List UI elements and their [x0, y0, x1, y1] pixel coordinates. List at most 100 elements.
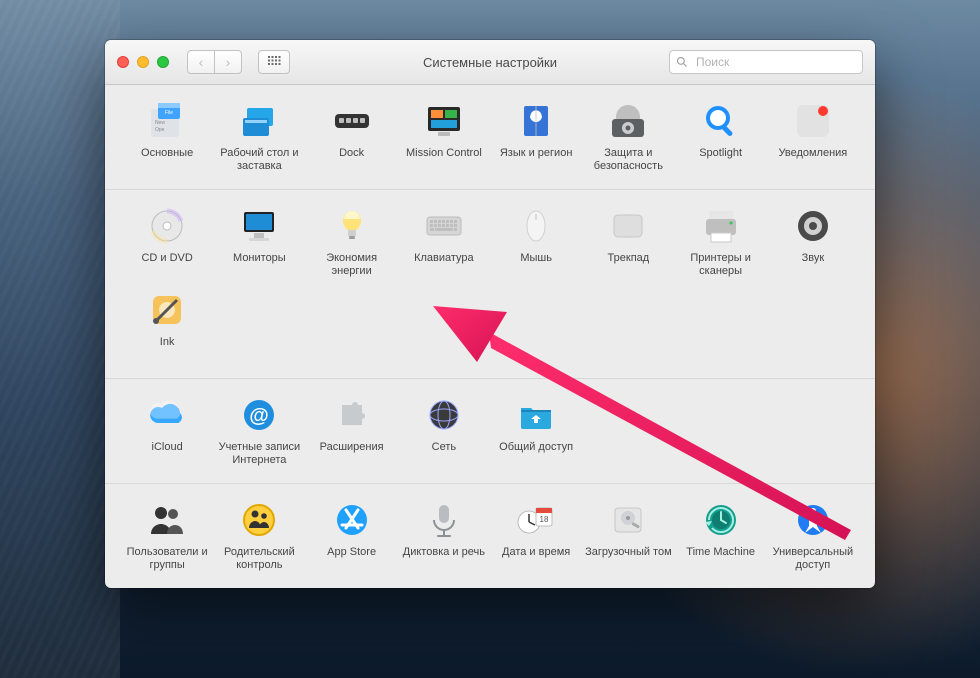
trackpad-icon [608, 206, 648, 246]
speaker-icon [793, 206, 833, 246]
pref-item-network[interactable]: Сеть [398, 389, 490, 469]
pref-item-label: Звук [802, 252, 825, 278]
pref-item-label: Загрузочный том [585, 546, 672, 572]
at-icon [239, 395, 279, 435]
pref-item-label: Родительский контроль [215, 546, 303, 572]
pref-item-icloud[interactable]: iCloud [121, 389, 213, 469]
pref-item-extensions[interactable]: Расширения [306, 389, 398, 469]
pref-item-label: Клавиатура [414, 252, 474, 278]
search-icon [676, 56, 688, 68]
pref-item-spotlight[interactable]: Spotlight [675, 95, 767, 175]
hdd-icon [608, 500, 648, 540]
pref-item-label: Time Machine [686, 546, 755, 572]
pref-item-label: Пользователи и группы [123, 546, 211, 572]
show-all-button[interactable] [258, 50, 290, 74]
forward-button[interactable]: › [214, 50, 242, 74]
dock-icon [332, 101, 372, 141]
pref-item-label: Mission Control [406, 147, 482, 173]
pref-item-internet[interactable]: Учетные записи Интернета [213, 389, 305, 469]
mission-icon [424, 101, 464, 141]
window-traffic-lights [117, 56, 169, 68]
pref-item-label: Трекпад [608, 252, 650, 278]
pref-item-sound[interactable]: Звук [767, 200, 859, 280]
keyboard-icon [424, 206, 464, 246]
pref-item-label: Язык и регион [500, 147, 573, 173]
nav-button-group: ‹ › [187, 50, 242, 74]
pref-item-label: Защита и безопасность [584, 147, 672, 173]
pref-item-label: Мониторы [233, 252, 286, 278]
pref-item-general[interactable]: Основные [121, 95, 213, 175]
pref-item-label: Ink [160, 336, 175, 362]
pref-item-dock[interactable]: Dock [306, 95, 398, 175]
back-button[interactable]: ‹ [187, 50, 215, 74]
preferences-grid: Основные Рабочий стол и заставка Dock Missi… [105, 85, 875, 588]
general-icon [147, 101, 187, 141]
vault-icon [608, 101, 648, 141]
pref-item-label: Spotlight [699, 147, 742, 173]
printer-icon [701, 206, 741, 246]
pref-item-label: iCloud [152, 441, 183, 467]
pref-item-dictation[interactable]: Диктовка и речь [398, 494, 490, 574]
pref-item-label: Основные [141, 147, 193, 173]
search-field[interactable] [669, 50, 863, 74]
pref-section-0: Основные Рабочий стол и заставка Dock Missi… [105, 85, 875, 189]
pref-item-sharing[interactable]: Общий доступ [490, 389, 582, 469]
pref-item-label: Учетные записи Интернета [215, 441, 303, 467]
timemachine-icon [701, 500, 741, 540]
parental-icon [239, 500, 279, 540]
grid-icon [267, 55, 281, 69]
zoom-button[interactable] [157, 56, 169, 68]
pref-section-1: CD и DVD Мониторы Экономия энергии Клавиату… [105, 189, 875, 378]
minimize-button[interactable] [137, 56, 149, 68]
pref-item-timemachine[interactable]: Time Machine [675, 494, 767, 574]
desktop-icon [239, 101, 279, 141]
pref-item-label: Расширения [320, 441, 384, 467]
notify-icon [793, 101, 833, 141]
monitor-icon [239, 206, 279, 246]
pref-item-users[interactable]: Пользователи и группы [121, 494, 213, 574]
pref-item-label: Экономия энергии [308, 252, 396, 278]
pref-item-appstore[interactable]: App Store [306, 494, 398, 574]
pref-item-accessibility[interactable]: Универсальный доступ [767, 494, 859, 574]
pref-item-language[interactable]: Язык и регион [490, 95, 582, 175]
puzzle-icon [332, 395, 372, 435]
accessibility-icon [793, 500, 833, 540]
desktop-background: ‹ › Системные настройки [0, 0, 980, 678]
pref-item-startup[interactable]: Загрузочный том [582, 494, 674, 574]
pref-section-3: Пользователи и группыРодительский контро… [105, 483, 875, 588]
pref-item-label: Дата и время [502, 546, 570, 572]
pref-item-parental[interactable]: Родительский контроль [213, 494, 305, 574]
spotlight-icon [701, 101, 741, 141]
pref-item-label: Универсальный доступ [769, 546, 857, 572]
pref-item-label: Dock [339, 147, 364, 173]
datetime-icon [516, 500, 556, 540]
close-button[interactable] [117, 56, 129, 68]
pref-item-monitors[interactable]: Мониторы [213, 200, 305, 280]
pref-item-label: Уведомления [778, 147, 847, 173]
disc-icon [147, 206, 187, 246]
system-preferences-window: ‹ › Системные настройки [105, 40, 875, 588]
pref-item-mouse[interactable]: Мышь [490, 200, 582, 280]
pref-item-mission[interactable]: Mission Control [398, 95, 490, 175]
pref-item-desktop[interactable]: Рабочий стол и заставка [213, 95, 305, 175]
pref-item-trackpad[interactable]: Трекпад [582, 200, 674, 280]
users-icon [147, 500, 187, 540]
pref-item-datetime[interactable]: Дата и время [490, 494, 582, 574]
pref-section-2: iCloud Учетные записи Интернета Расширения… [105, 378, 875, 483]
pref-item-ink[interactable]: Ink [121, 284, 213, 364]
appstore-icon [332, 500, 372, 540]
bulb-icon [332, 206, 372, 246]
pref-item-keyboard[interactable]: Клавиатура [398, 200, 490, 280]
pref-item-label: Рабочий стол и заставка [215, 147, 303, 173]
pref-item-energy[interactable]: Экономия энергии [306, 200, 398, 280]
mic-icon [424, 500, 464, 540]
pref-item-printers[interactable]: Принтеры и сканеры [675, 200, 767, 280]
folder-icon [516, 395, 556, 435]
pref-item-label: Общий доступ [499, 441, 573, 467]
pref-item-label: App Store [327, 546, 376, 572]
pref-item-cddvd[interactable]: CD и DVD [121, 200, 213, 280]
pref-item-notifications[interactable]: Уведомления [767, 95, 859, 175]
pref-item-security[interactable]: Защита и безопасность [582, 95, 674, 175]
search-input[interactable] [694, 54, 856, 70]
pref-item-label: Принтеры и сканеры [677, 252, 765, 278]
